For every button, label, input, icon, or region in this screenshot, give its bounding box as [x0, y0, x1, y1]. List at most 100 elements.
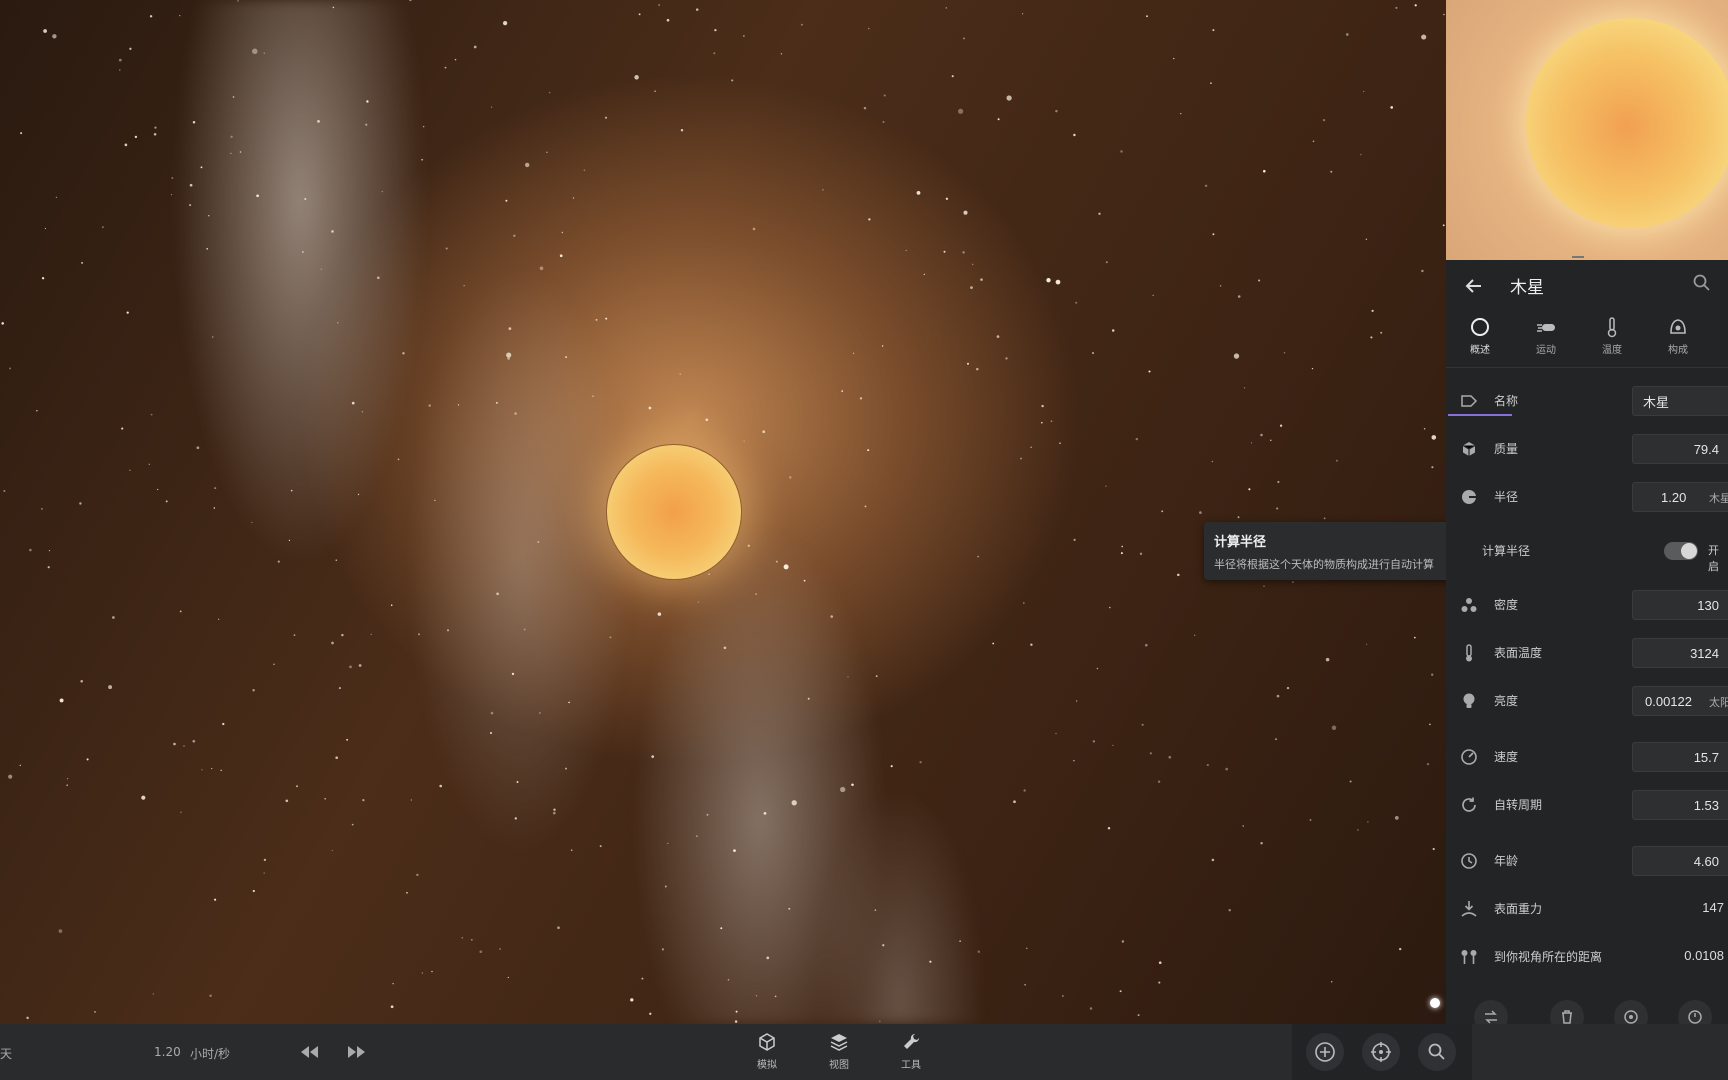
- background-star: [727, 978, 730, 981]
- background-star: [390, 604, 393, 606]
- background-star: [1107, 826, 1111, 830]
- toggle-state-label: 开启: [1708, 544, 1719, 573]
- background-star: [1022, 602, 1025, 604]
- background-star: [1260, 841, 1263, 845]
- age-input[interactable]: 4.60: [1632, 846, 1728, 876]
- background-star: [565, 767, 567, 770]
- background-star: [351, 401, 355, 405]
- background-star: [851, 783, 854, 787]
- background-star: [713, 52, 716, 55]
- search-objects-button[interactable]: [1418, 1033, 1456, 1071]
- background-star: [1137, 1014, 1140, 1017]
- search-button[interactable]: [1692, 273, 1716, 297]
- background-star: [444, 66, 447, 69]
- fast-forward-button[interactable]: [340, 1035, 374, 1069]
- space-viewport[interactable]: [0, 0, 1446, 1024]
- background-star: [134, 135, 138, 139]
- background-star: [446, 629, 450, 632]
- add-object-button[interactable]: [1306, 1033, 1344, 1071]
- layers-icon: [830, 1034, 848, 1051]
- luminosity-unit: 太阳: [1709, 697, 1728, 709]
- background-star: [365, 123, 368, 126]
- background-star: [341, 633, 344, 637]
- background-star: [171, 177, 174, 179]
- background-star: [508, 327, 512, 330]
- background-star: [916, 191, 921, 195]
- background-star: [81, 261, 84, 264]
- background-star: [9, 367, 12, 370]
- background-star: [252, 688, 255, 692]
- background-star: [1325, 657, 1330, 662]
- background-star: [1357, 829, 1359, 831]
- simulation-tool-button[interactable]: 模拟: [742, 1032, 792, 1071]
- rotation-input[interactable]: 1.53: [1632, 790, 1728, 820]
- tab-overview[interactable]: 概述: [1450, 316, 1510, 366]
- background-star: [273, 663, 275, 665]
- background-star: [499, 948, 501, 950]
- background-star: [332, 6, 335, 9]
- background-star: [173, 742, 176, 746]
- background-star: [1211, 858, 1215, 862]
- background-star: [766, 956, 770, 960]
- background-star: [428, 404, 431, 407]
- background-star: [338, 687, 341, 690]
- background-star: [189, 204, 192, 207]
- calc-radius-toggle[interactable]: [1664, 542, 1698, 560]
- tab-composition[interactable]: 构成: [1648, 316, 1708, 366]
- background-star: [1371, 309, 1374, 313]
- speed-input[interactable]: 15.7: [1632, 742, 1728, 772]
- rewind-button[interactable]: [292, 1035, 326, 1069]
- background-star: [976, 367, 979, 371]
- background-star: [285, 799, 289, 803]
- tools-tool-button[interactable]: 工具: [886, 1032, 936, 1071]
- surface-temp-input[interactable]: 3124: [1632, 638, 1728, 668]
- plus-circle-icon: [1315, 1042, 1335, 1062]
- property-label: 年龄: [1494, 854, 1519, 868]
- property-label: 密度: [1494, 598, 1519, 612]
- background-star: [1322, 118, 1326, 122]
- luminosity-value: 0.00122: [1645, 693, 1692, 709]
- background-star: [357, 493, 360, 496]
- background-star: [1120, 552, 1123, 555]
- background-star: [651, 755, 655, 758]
- background-star: [189, 183, 193, 187]
- background-star: [416, 873, 419, 877]
- background-star: [165, 500, 168, 503]
- background-star: [641, 977, 644, 980]
- luminosity-input[interactable]: 0.00122 太阳: [1632, 686, 1728, 716]
- background-star: [445, 247, 448, 250]
- motion-icon: [1537, 324, 1555, 332]
- background-star: [335, 756, 339, 760]
- background-star: [680, 128, 684, 132]
- background-star: [454, 58, 457, 61]
- sim-speed-unit: 小时/秒: [190, 1047, 231, 1061]
- background-star: [192, 121, 196, 124]
- background-star: [1292, 581, 1294, 583]
- panel-drag-handle[interactable]: [1572, 256, 1584, 258]
- view-tool-button[interactable]: 视图: [814, 1032, 864, 1071]
- density-input[interactable]: 130: [1632, 590, 1728, 620]
- background-star: [1120, 150, 1123, 153]
- background-star: [1006, 95, 1012, 101]
- background-star: [962, 251, 965, 254]
- back-button[interactable]: [1460, 272, 1488, 300]
- recenter-button[interactable]: [1362, 1033, 1400, 1071]
- background-star: [1023, 789, 1026, 792]
- background-star: [1026, 947, 1028, 949]
- mass-input[interactable]: 79.4: [1632, 434, 1728, 464]
- radius-input[interactable]: 1.20 木星: [1632, 482, 1728, 512]
- background-star: [421, 972, 424, 974]
- background-star: [1380, 331, 1383, 334]
- background-star: [583, 169, 586, 171]
- selected-star-body[interactable]: [606, 444, 742, 580]
- background-star: [905, 249, 907, 252]
- trash-icon: [1562, 1010, 1572, 1024]
- background-star: [553, 808, 556, 811]
- tab-motion[interactable]: 运动: [1516, 316, 1576, 366]
- tab-temperature[interactable]: 温度: [1582, 316, 1642, 366]
- background-star: [523, 628, 526, 631]
- background-star: [868, 218, 871, 221]
- background-star: [966, 362, 970, 365]
- name-input[interactable]: 木星: [1632, 386, 1728, 416]
- background-star: [1394, 816, 1399, 820]
